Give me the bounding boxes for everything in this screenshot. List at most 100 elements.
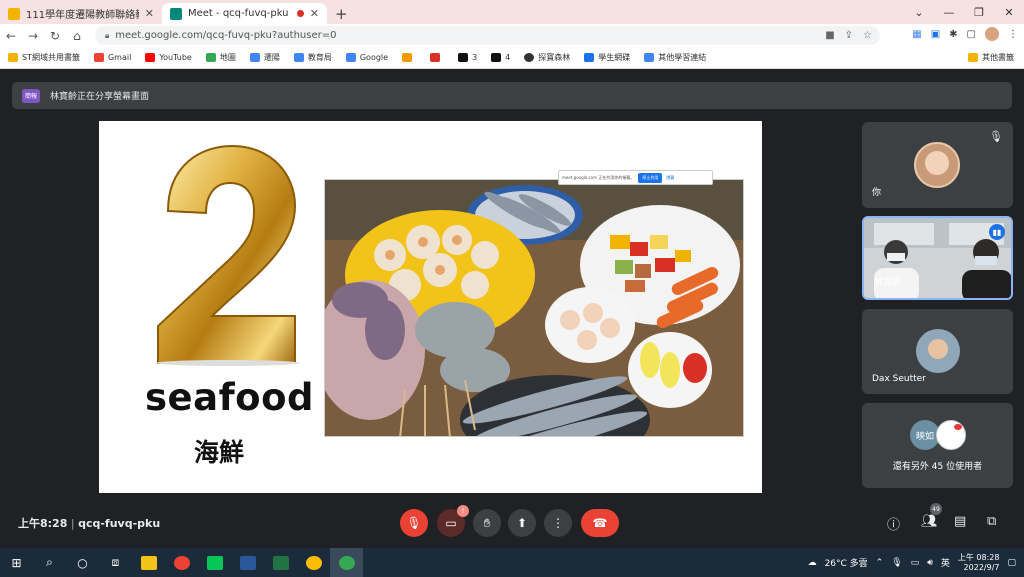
task-view-button[interactable]: ⧈ bbox=[99, 548, 132, 577]
slide-word: seafood bbox=[145, 376, 315, 419]
puzzle-icon[interactable]: ✱ bbox=[949, 29, 957, 40]
tab-title: 111學年度遷陽教師聯絡教室 bbox=[26, 10, 139, 21]
new-tab-button[interactable]: + bbox=[335, 3, 348, 24]
bookmark-edu[interactable]: 教育局 bbox=[293, 52, 332, 63]
hide-button[interactable]: 隱藏 bbox=[666, 175, 674, 181]
notification-icon[interactable]: ▢ bbox=[1007, 558, 1016, 568]
cortana-button[interactable]: ○ bbox=[66, 548, 99, 577]
tab-meet[interactable]: Meet - qcq-fuvq-pku ✕ bbox=[162, 3, 327, 24]
camera-indicator-icon[interactable]: ■ bbox=[825, 30, 834, 41]
folder-icon bbox=[968, 53, 978, 62]
clock-time: 上午 08:28 bbox=[957, 552, 1000, 562]
excel-icon bbox=[272, 555, 289, 570]
word-icon bbox=[239, 555, 256, 570]
camera-warning-badge: ! bbox=[457, 505, 469, 517]
edu-icon bbox=[293, 53, 304, 62]
mic-off-icon: 🎙︎ bbox=[406, 516, 422, 530]
bookmark-st[interactable]: ST網域共用書籤 bbox=[8, 52, 80, 63]
participant-tile-others[interactable]: 映如 還有另外 45 位使用者 bbox=[862, 403, 1013, 488]
weather-text[interactable]: 26°C 多雲 bbox=[825, 556, 868, 569]
ime-icon[interactable]: 英 bbox=[941, 556, 950, 569]
mic-toggle-button[interactable]: 🎙︎ bbox=[400, 509, 428, 537]
bookmark-icon bbox=[491, 53, 502, 62]
chrome-button-active[interactable] bbox=[330, 548, 363, 577]
raise-hand-button[interactable]: ✋︎ bbox=[473, 509, 501, 537]
meet-ext-icon[interactable]: ▣ bbox=[931, 29, 940, 40]
info-icon: ⓘ bbox=[887, 518, 901, 533]
tab-search-button[interactable]: ⌄ bbox=[904, 6, 934, 19]
sharing-notice: meet.google.com 正在共用你的螢幕。 停止共用 隱藏 bbox=[558, 170, 713, 185]
search-button[interactable]: ⌕ bbox=[33, 548, 66, 577]
school-icon bbox=[249, 53, 260, 62]
globe-icon bbox=[524, 53, 535, 62]
bookmark-school[interactable]: 遷陽 bbox=[249, 52, 280, 63]
participant-tile-dax[interactable]: Dax Seutter bbox=[862, 309, 1013, 394]
info-button[interactable]: ⓘ bbox=[887, 514, 900, 533]
bookmark-drive[interactable]: 學生網碟 bbox=[584, 52, 630, 63]
close-tab-icon[interactable]: ✕ bbox=[310, 7, 319, 20]
bookmark-google[interactable]: Google bbox=[345, 53, 388, 62]
bookmark-maps[interactable]: 地圖 bbox=[205, 52, 236, 63]
bookmark-icon bbox=[402, 53, 413, 62]
people-icon: 👥︎ bbox=[921, 514, 938, 529]
other-bookmarks[interactable]: 其他書籤 bbox=[968, 52, 1014, 63]
profile-avatar[interactable] bbox=[985, 27, 999, 41]
file-explorer-button[interactable] bbox=[132, 548, 165, 577]
camera-toggle-button[interactable]: ▭! bbox=[437, 505, 469, 537]
start-button[interactable]: ⊞ bbox=[0, 548, 33, 577]
extensions: ▦ ▣ ✱ ▢ ⋮ bbox=[912, 27, 1018, 41]
participant-tile-speaker[interactable]: ▮▮ 林寶齡 bbox=[862, 216, 1013, 300]
participant-tile-self[interactable]: 🎙︎ 你 bbox=[862, 122, 1013, 208]
clock[interactable]: 上午 08:28 2022/9/7 bbox=[958, 553, 1000, 573]
network-icon[interactable]: ▭ bbox=[911, 558, 920, 568]
bookmark-8[interactable] bbox=[430, 53, 444, 62]
stop-sharing-button[interactable]: 停止共用 bbox=[638, 172, 663, 183]
volume-icon[interactable]: 🔊︎ bbox=[927, 558, 933, 568]
sidepanel-icon[interactable]: ▢ bbox=[967, 29, 976, 40]
gmail-icon bbox=[93, 53, 104, 62]
share-icon[interactable]: ⇪ bbox=[845, 30, 853, 41]
meeting-info: 上午8:28 | qcq-fuvq-pku bbox=[18, 517, 161, 530]
reload-icon[interactable]: ↻ bbox=[44, 29, 66, 43]
word-button[interactable] bbox=[231, 548, 264, 577]
people-button[interactable]: 👥︎ bbox=[921, 514, 938, 529]
leave-call-button[interactable]: ☎︎ bbox=[581, 509, 619, 537]
minimize-button[interactable]: — bbox=[934, 6, 964, 19]
hangup-icon: ☎︎ bbox=[592, 516, 608, 530]
present-button[interactable]: ⬆ bbox=[508, 509, 536, 537]
youtube-icon bbox=[145, 53, 156, 62]
tray-overflow-icon[interactable]: ⌃ bbox=[876, 558, 884, 568]
chat-button[interactable]: ▤ bbox=[954, 514, 966, 529]
drive-icon bbox=[584, 53, 595, 62]
menu-icon[interactable]: ⋮ bbox=[1008, 29, 1018, 40]
bookmark-7[interactable] bbox=[402, 53, 416, 62]
restore-button[interactable]: ❐ bbox=[964, 6, 994, 19]
activities-button[interactable]: ⧉ bbox=[987, 514, 996, 529]
bookmark-4[interactable]: 4 bbox=[491, 53, 510, 62]
lock-icon: 🔒︎ bbox=[105, 30, 110, 40]
home-icon[interactable]: ⌂ bbox=[66, 29, 88, 43]
number-two-graphic bbox=[156, 144, 300, 366]
address-bar[interactable]: 🔒︎ meet.google.com/qcq-fuvq-pku?authuser… bbox=[95, 26, 880, 45]
forward-icon[interactable]: → bbox=[22, 29, 44, 43]
chrome-button[interactable] bbox=[165, 548, 198, 577]
bookmark-forest[interactable]: 探寶森林 bbox=[524, 52, 570, 63]
apps-grid-icon[interactable]: ▦ bbox=[912, 29, 921, 40]
line-button[interactable] bbox=[198, 548, 231, 577]
back-icon[interactable]: ← bbox=[0, 29, 22, 43]
bookmark-gmail[interactable]: Gmail bbox=[93, 53, 131, 62]
close-window-button[interactable]: ✕ bbox=[994, 6, 1024, 19]
bookmark-links[interactable]: 其他學習連結 bbox=[644, 52, 706, 63]
more-options-button[interactable]: ⋮ bbox=[544, 509, 572, 537]
tab-classroom[interactable]: 111學年度遷陽教師聯絡教室 ✕ bbox=[0, 3, 162, 24]
meet-icon bbox=[170, 7, 182, 20]
chrome-button-2[interactable] bbox=[297, 548, 330, 577]
bookmark-label: 地圖 bbox=[219, 53, 236, 62]
meet-controls: 上午8:28 | qcq-fuvq-pku 🎙︎ ▭! ✋︎ ⬆ ⋮ ☎︎ ⓘ … bbox=[0, 503, 1024, 541]
bookmark-3[interactable]: 3 bbox=[458, 53, 477, 62]
slide-word-chinese: 海鮮 bbox=[194, 438, 245, 467]
close-tab-icon[interactable]: ✕ bbox=[145, 7, 154, 20]
excel-button[interactable] bbox=[264, 548, 297, 577]
bookmark-youtube[interactable]: YouTube bbox=[145, 53, 192, 62]
star-icon[interactable]: ☆ bbox=[863, 30, 872, 41]
